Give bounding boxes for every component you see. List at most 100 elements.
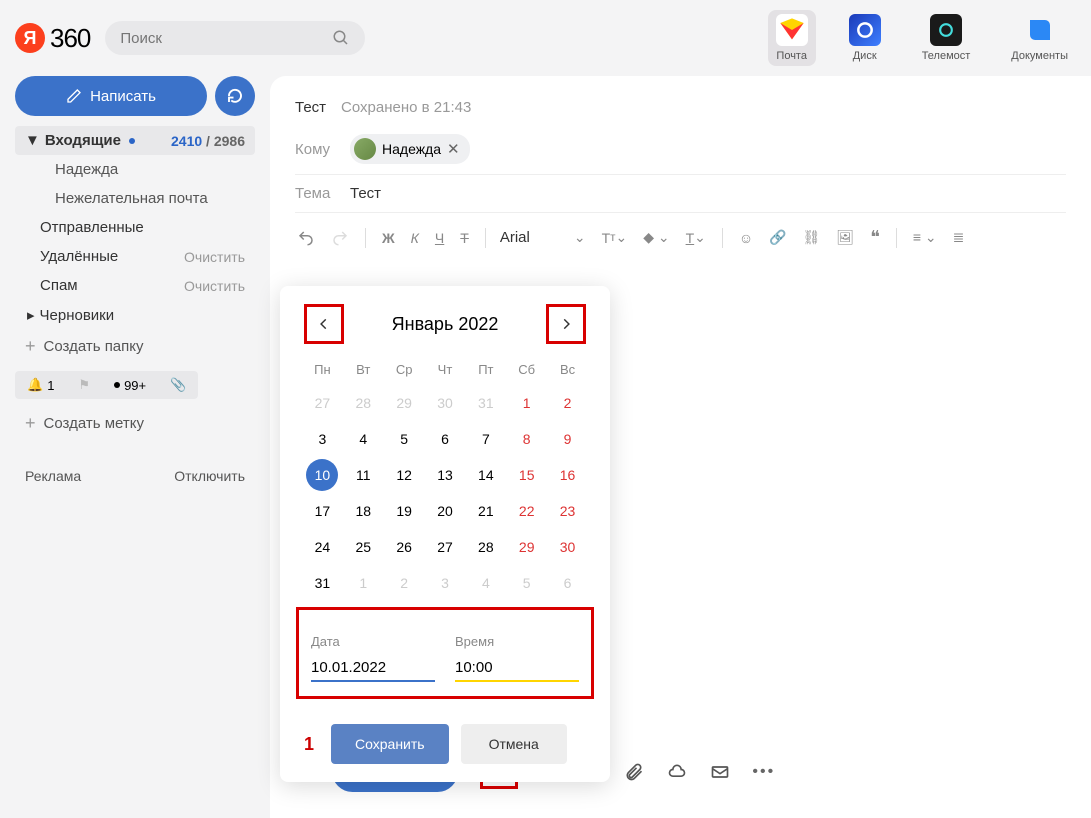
folder-sent[interactable]: Отправленные xyxy=(15,213,255,242)
pill-notifications[interactable]: 🔔1 xyxy=(15,371,66,399)
calendar-day[interactable]: 15 xyxy=(511,459,543,491)
calendar-day[interactable]: 1 xyxy=(511,387,543,419)
quote-icon[interactable]: ❝ xyxy=(868,225,882,250)
refresh-button[interactable] xyxy=(215,76,255,116)
chevron-down-icon[interactable]: ⌄ xyxy=(572,227,588,248)
undo-icon[interactable] xyxy=(295,227,317,249)
calendar-day[interactable]: 4 xyxy=(470,567,502,599)
emoji-icon[interactable]: ☺ xyxy=(737,228,755,248)
time-input[interactable] xyxy=(455,655,579,682)
font-size-button[interactable]: Tт ⌄ xyxy=(600,227,630,248)
strike-button[interactable]: Т xyxy=(458,228,471,248)
calendar-day[interactable]: 2 xyxy=(388,567,420,599)
folder-spam[interactable]: Спам Очистить xyxy=(15,271,255,300)
calendar-day[interactable]: 3 xyxy=(306,423,338,455)
to-row[interactable]: Кому Надежда ✕ xyxy=(295,124,1066,175)
calendar-day[interactable]: 4 xyxy=(347,423,379,455)
folder-drafts[interactable]: ▸ Черновики xyxy=(15,300,255,330)
prev-month-button[interactable] xyxy=(309,309,339,339)
next-month-button[interactable] xyxy=(551,309,581,339)
pill-unread[interactable]: 99+ xyxy=(102,371,158,399)
calendar-day[interactable]: 11 xyxy=(347,459,379,491)
folder-deleted[interactable]: Удалённые Очистить xyxy=(15,242,255,271)
clear-spam[interactable]: Очистить xyxy=(184,278,245,294)
calendar-day[interactable]: 7 xyxy=(470,423,502,455)
text-color-button[interactable]: T ⌄ xyxy=(684,227,708,248)
calendar-day[interactable]: 10 xyxy=(306,459,338,491)
envelope-icon[interactable] xyxy=(710,762,730,782)
calendar-day[interactable]: 29 xyxy=(511,531,543,563)
redo-icon[interactable] xyxy=(329,227,351,249)
underline-button[interactable]: Ч xyxy=(433,228,446,248)
calendar-day[interactable]: 6 xyxy=(429,423,461,455)
close-icon[interactable]: ✕ xyxy=(447,140,460,158)
calendar-day[interactable]: 21 xyxy=(470,495,502,527)
italic-button[interactable]: К xyxy=(409,228,421,248)
more-icon[interactable]: ••• xyxy=(752,763,775,781)
calendar-day[interactable]: 30 xyxy=(429,387,461,419)
bold-button[interactable]: Ж xyxy=(380,228,397,248)
calendar-day[interactable]: 8 xyxy=(511,423,543,455)
subject-row[interactable]: Тема xyxy=(295,175,1066,213)
save-button[interactable]: Сохранить xyxy=(331,724,449,764)
align-button[interactable]: ≡ ⌄ xyxy=(911,227,939,248)
logo[interactable]: Я 360 xyxy=(15,23,90,54)
folder-nadezhda[interactable]: Надежда xyxy=(15,155,255,184)
calendar-day[interactable]: 28 xyxy=(470,531,502,563)
list-icon[interactable]: ≣ xyxy=(951,227,967,248)
paperclip-icon[interactable] xyxy=(624,762,644,782)
cancel-button[interactable]: Отмена xyxy=(461,724,567,764)
create-label[interactable]: + Создать метку xyxy=(15,407,255,440)
calendar-day[interactable]: 23 xyxy=(552,495,584,527)
app-mail[interactable]: Почта xyxy=(768,10,816,66)
app-telemost[interactable]: Телемост xyxy=(914,10,979,66)
clear-deleted[interactable]: Очистить xyxy=(184,249,245,265)
calendar-day[interactable]: 17 xyxy=(306,495,338,527)
calendar-day[interactable]: 22 xyxy=(511,495,543,527)
folder-junk[interactable]: Нежелательная почта xyxy=(15,184,255,213)
calendar-day[interactable]: 27 xyxy=(429,531,461,563)
calendar-day[interactable]: 31 xyxy=(306,567,338,599)
calendar-day[interactable]: 9 xyxy=(552,423,584,455)
calendar-day[interactable]: 6 xyxy=(552,567,584,599)
search-input[interactable] xyxy=(120,30,320,47)
calendar-day[interactable]: 16 xyxy=(552,459,584,491)
search-bar[interactable] xyxy=(105,21,365,55)
app-documents[interactable]: Документы xyxy=(1003,10,1076,66)
unlink-icon[interactable]: ⛓︎ xyxy=(801,227,823,248)
calendar-day[interactable]: 27 xyxy=(306,387,338,419)
calendar-day[interactable]: 28 xyxy=(347,387,379,419)
compose-button[interactable]: Написать xyxy=(15,76,207,116)
search-icon[interactable] xyxy=(332,29,350,47)
recipient-chip[interactable]: Надежда ✕ xyxy=(350,134,470,164)
font-select[interactable]: Arial xyxy=(500,229,560,246)
calendar-day[interactable]: 13 xyxy=(429,459,461,491)
pill-flag[interactable]: ⚑ xyxy=(66,371,102,399)
pill-attach[interactable]: 📎 xyxy=(158,371,198,399)
date-input[interactable] xyxy=(311,655,435,682)
create-folder[interactable]: + Создать папку xyxy=(15,330,255,363)
calendar-day[interactable]: 24 xyxy=(306,531,338,563)
calendar-day[interactable]: 29 xyxy=(388,387,420,419)
calendar-day[interactable]: 25 xyxy=(347,531,379,563)
calendar-day[interactable]: 5 xyxy=(511,567,543,599)
calendar-day[interactable]: 3 xyxy=(429,567,461,599)
image-icon[interactable]: 🖼 xyxy=(834,227,856,248)
calendar-day[interactable]: 20 xyxy=(429,495,461,527)
fill-color-button[interactable]: ◆ ⌄ xyxy=(641,227,671,248)
app-disk[interactable]: Диск xyxy=(841,10,889,66)
calendar-day[interactable]: 14 xyxy=(470,459,502,491)
subject-input[interactable] xyxy=(350,185,549,202)
calendar-day[interactable]: 1 xyxy=(347,567,379,599)
calendar-day[interactable]: 26 xyxy=(388,531,420,563)
calendar-day[interactable]: 19 xyxy=(388,495,420,527)
cloud-attach-icon[interactable] xyxy=(666,762,688,782)
ad-off[interactable]: Отключить xyxy=(174,468,245,484)
calendar-day[interactable]: 30 xyxy=(552,531,584,563)
calendar-day[interactable]: 31 xyxy=(470,387,502,419)
calendar-day[interactable]: 18 xyxy=(347,495,379,527)
folder-inbox[interactable]: ▼ Входящие 2410 / 2986 xyxy=(15,126,255,155)
calendar-day[interactable]: 5 xyxy=(388,423,420,455)
calendar-day[interactable]: 2 xyxy=(552,387,584,419)
calendar-day[interactable]: 12 xyxy=(388,459,420,491)
